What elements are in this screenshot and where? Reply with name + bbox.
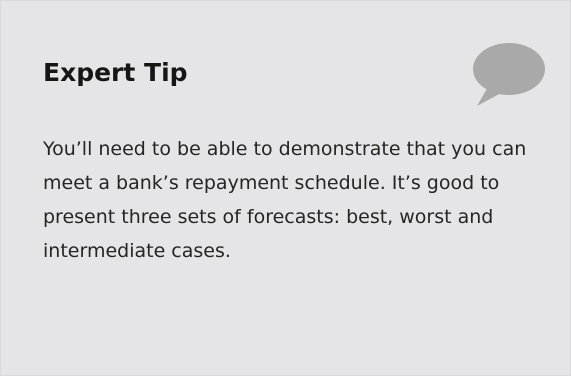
speech-bubble-icon [473,43,545,106]
tip-title: Expert Tip [43,58,188,87]
expert-tip-card: Expert Tip You’ll need to be able to dem… [0,0,571,376]
tip-body-text: You’ll need to be able to demonstrate th… [43,138,527,262]
